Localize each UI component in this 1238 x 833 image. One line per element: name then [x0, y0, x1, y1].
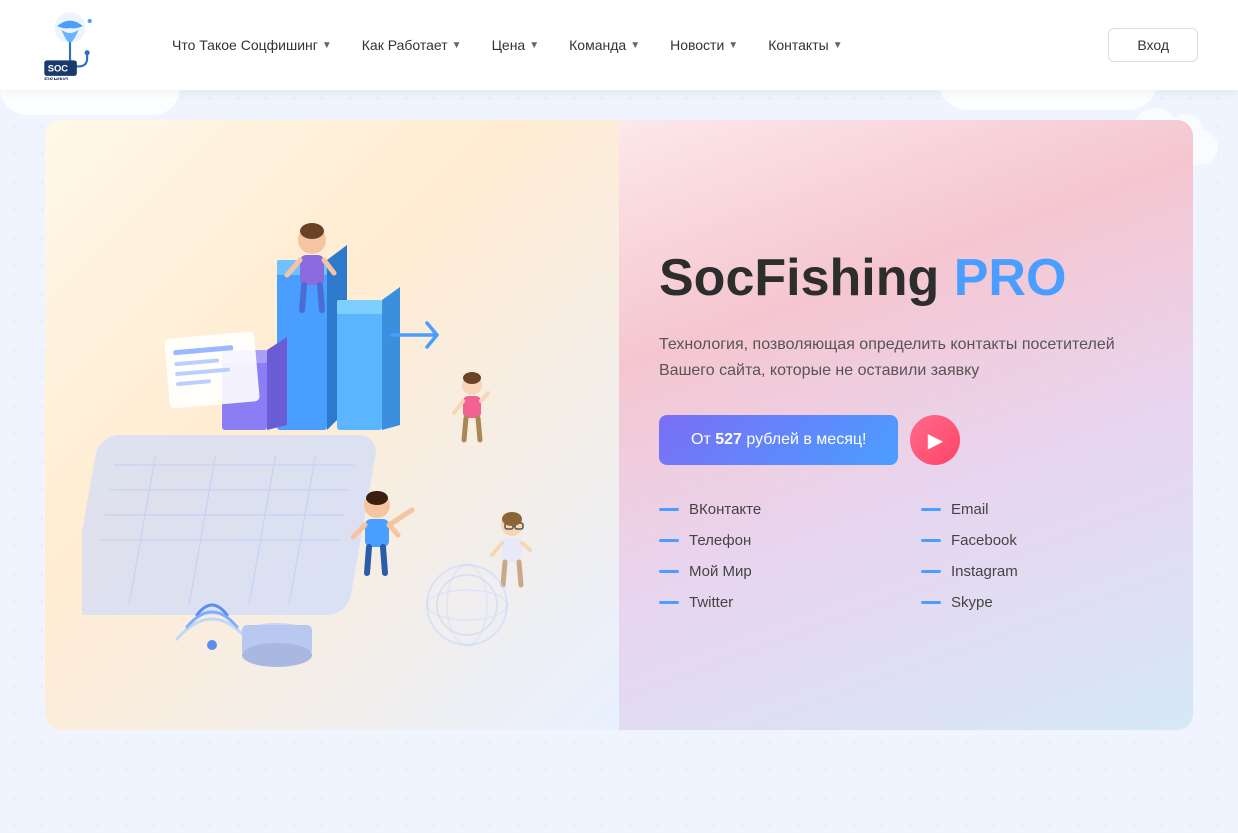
feature-skype: Skype: [921, 594, 1143, 611]
nav-news[interactable]: Новости ▼: [658, 29, 750, 61]
login-button[interactable]: Вход: [1108, 28, 1198, 62]
feature-dash: [659, 570, 679, 573]
feature-dash: [659, 601, 679, 604]
nav-how-works[interactable]: Как Работает ▼: [350, 29, 474, 61]
feature-moimir: Мой Мир: [659, 563, 881, 580]
hero-illustration: [45, 120, 619, 730]
feature-phone: Телефон: [659, 532, 881, 549]
hero-title-pro: PRO: [954, 249, 1067, 307]
svg-text:FISHING: FISHING: [44, 78, 69, 80]
feature-dash: [921, 570, 941, 573]
logo[interactable]: SOC FISHING: [40, 10, 100, 80]
chevron-down-icon: ▼: [833, 40, 843, 51]
feature-dash: [659, 508, 679, 511]
svg-text:SOC: SOC: [48, 63, 69, 74]
nav-team[interactable]: Команда ▼: [557, 29, 652, 61]
cta-arrow-button[interactable]: ▶: [910, 415, 960, 465]
chevron-down-icon: ▼: [630, 40, 640, 51]
hero-subtitle: Технология, позволяющая определить конта…: [659, 332, 1139, 383]
features-grid: ВКонтакте Email Телефон Facebook Мой Мир…: [659, 501, 1143, 611]
nav-links: Что Такое Соцфишинг ▼ Как Работает ▼ Цен…: [160, 29, 1108, 61]
chevron-down-icon: ▼: [452, 40, 462, 51]
nav-contacts[interactable]: Контакты ▼: [756, 29, 854, 61]
feature-dash: [659, 539, 679, 542]
feature-instagram: Instagram: [921, 563, 1143, 580]
feature-dash: [921, 539, 941, 542]
hero-cta: От 527 рублей в месяц! ▶: [659, 415, 1143, 465]
chevron-down-icon: ▼: [322, 40, 332, 51]
nav-price[interactable]: Цена ▼: [480, 29, 552, 61]
navbar: SOC FISHING Что Такое Соцфишинг ▼ Как Ра…: [0, 0, 1238, 90]
feature-vkontakte: ВКонтакте: [659, 501, 881, 518]
feature-dash: [921, 508, 941, 511]
feature-twitter: Twitter: [659, 594, 881, 611]
feature-dash: [921, 601, 941, 604]
cta-button[interactable]: От 527 рублей в месяц!: [659, 415, 898, 465]
play-icon: ▶: [928, 428, 943, 453]
chevron-down-icon: ▼: [529, 40, 539, 51]
hero-content: SocFishing PRO Технология, позволяющая о…: [619, 120, 1193, 730]
chevron-down-icon: ▼: [728, 40, 738, 51]
hero-title: SocFishing PRO: [659, 249, 1143, 309]
feature-facebook: Facebook: [921, 532, 1143, 549]
hero-section: SocFishing PRO Технология, позволяющая о…: [45, 120, 1193, 730]
nav-what-is[interactable]: Что Такое Соцфишинг ▼: [160, 29, 344, 61]
feature-email: Email: [921, 501, 1143, 518]
